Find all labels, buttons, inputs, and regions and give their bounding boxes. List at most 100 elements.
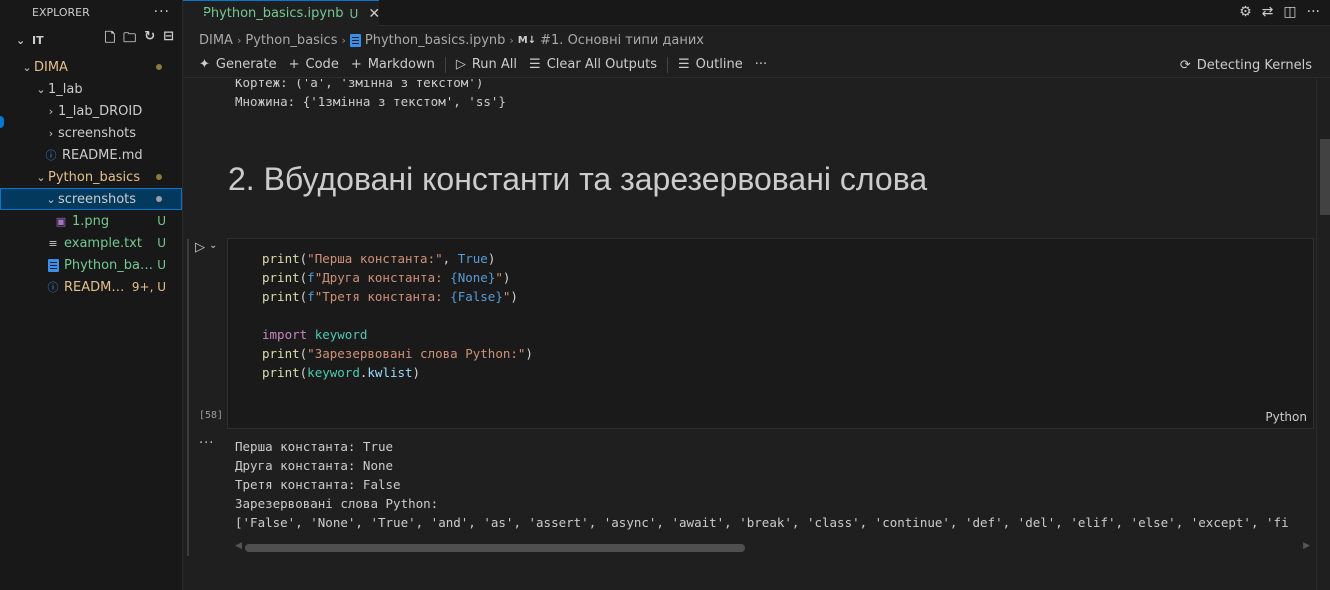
run-all-label: Run All	[471, 57, 518, 72]
chevron-down-icon: ⌄	[16, 33, 26, 47]
tree-item-label: DIMA	[34, 59, 68, 75]
code-line: print("Зарезервовані слова Python:")	[262, 346, 533, 361]
tree-item-readme[interactable]: ⓘ README.md	[0, 144, 182, 166]
git-status-badge: U	[157, 236, 166, 250]
tree-item-1-lab-droid[interactable]: › 1_lab_DROID	[0, 100, 182, 122]
explorer-more-button[interactable]: ···	[154, 4, 170, 20]
editor-tab-bar: Phython_basics.ipynb U ✕ ⚙ ⇄ ◫ ···	[183, 0, 1330, 26]
scroll-left-icon[interactable]: ◀	[235, 541, 242, 551]
new-file-icon[interactable]: 🗋	[105, 29, 115, 51]
cell-language-label[interactable]: Python	[1265, 410, 1307, 424]
toolbar-more-button[interactable]: ···	[749, 54, 773, 76]
new-folder-icon[interactable]: 🗀	[123, 29, 136, 51]
toolbar-divider	[444, 56, 446, 73]
toolbar-divider	[667, 56, 669, 73]
tree-item-label: screenshots	[58, 191, 137, 207]
code-cell-editor[interactable]: print("Перша константа:", True) print(f"Д…	[227, 238, 1314, 429]
output-line: Третя константа: False	[235, 477, 401, 492]
notebook-file-icon	[46, 258, 60, 272]
info-icon: ⓘ	[47, 281, 59, 294]
execution-count: [58]	[199, 410, 224, 421]
tree-item-label: screenshots	[58, 125, 137, 141]
settings-gear-icon[interactable]: ⚙	[1239, 4, 1252, 20]
collapse-all-icon[interactable]: ⊟	[163, 29, 174, 51]
tree-item-python-basics[interactable]: ⌄ Python_basics	[0, 166, 182, 188]
tree-item-dima[interactable]: ⌄ DIMA	[0, 56, 182, 78]
plus-icon: +	[350, 57, 362, 72]
clear-all-label: Clear All Outputs	[546, 57, 658, 72]
chevron-down-icon: ⌄	[22, 60, 32, 74]
scroll-right-icon[interactable]: ▶	[1303, 541, 1310, 551]
breadcrumb-item[interactable]: #1. Основні типи даних	[540, 33, 704, 48]
generate-button[interactable]: ✦ Generate	[193, 54, 283, 76]
output-more-button[interactable]: ···	[199, 436, 214, 451]
git-status-badge: 9+, U	[131, 280, 166, 294]
chevron-down-icon: ⌄	[36, 170, 46, 184]
output-line: Перша константа: True	[235, 439, 394, 454]
run-cell-button[interactable]: ▷ ⌄	[195, 240, 217, 255]
source-control-compare-icon[interactable]: ⇄	[1262, 4, 1274, 20]
tab-label: Phython_basics.ipynb	[203, 6, 344, 21]
kernel-picker[interactable]: ⟳ Detecting Kernels	[1174, 54, 1318, 76]
tree-item-notebook[interactable]: Phython_basi... U	[0, 254, 182, 276]
chevron-right-icon: ›	[48, 126, 54, 140]
explorer-header: EXPLORER ···	[0, 0, 182, 24]
scrollbar-thumb[interactable]	[245, 544, 745, 552]
scrollbar-thumb[interactable]	[1320, 139, 1330, 215]
breadcrumb-item[interactable]: Phython_basics.ipynb	[365, 33, 506, 48]
add-code-cell-button[interactable]: + Code	[283, 54, 345, 76]
clear-all-icon: ☰	[529, 57, 541, 72]
close-icon[interactable]: ✕	[368, 6, 380, 22]
run-all-icon: ▷	[455, 57, 466, 72]
tree-item-label: 1.png	[72, 213, 110, 229]
tab-notebook[interactable]: Phython_basics.ipynb U ✕	[183, 0, 380, 26]
tree-item-1-lab[interactable]: ⌄ 1_lab	[0, 78, 182, 100]
tree-item-readme-2[interactable]: ⓘ README.... 9+, U	[0, 276, 182, 298]
workspace-root-label: IT	[32, 33, 44, 47]
chevron-right-icon: ›	[48, 104, 54, 118]
chevron-right-icon: ›	[509, 33, 514, 47]
outline-label: Outline	[695, 57, 743, 72]
tree-item-screenshots[interactable]: › screenshots	[0, 122, 182, 144]
tree-item-label: 1_lab	[48, 81, 83, 97]
explorer-title: EXPLORER	[32, 5, 90, 19]
tree-item-screenshots-selected[interactable]: ⌄ screenshots	[0, 188, 182, 210]
tree-item-1-png[interactable]: ▣ 1.png U	[0, 210, 182, 232]
git-status-badge: U	[157, 258, 166, 272]
image-file-icon: ▣	[55, 214, 67, 228]
refresh-icon[interactable]: ↻	[144, 29, 155, 51]
output-horizontal-scrollbar[interactable]: ◀ ▶	[235, 541, 1310, 553]
sparkle-icon: ✦	[199, 57, 210, 72]
chevron-down-icon: ⌄	[36, 82, 46, 96]
modified-dot	[156, 174, 162, 180]
code-label: Code	[305, 57, 339, 72]
split-editor-icon[interactable]: ◫	[1283, 4, 1296, 20]
git-status-badge: U	[157, 214, 166, 228]
tree-item-label: example.txt	[64, 235, 142, 251]
modified-dot	[156, 64, 162, 70]
chevron-down-icon: ⌄	[209, 240, 218, 251]
markdown-label: Markdown	[367, 57, 435, 72]
more-actions-icon[interactable]: ···	[1307, 4, 1320, 20]
clear-all-outputs-button[interactable]: ☰ Clear All Outputs	[523, 54, 663, 76]
tree-item-label: README....	[64, 279, 132, 295]
tab-status: U	[349, 6, 359, 21]
sync-icon: ⟳	[1179, 57, 1191, 73]
tree-item-label: 1_lab_DROID	[58, 103, 143, 119]
breadcrumb-item[interactable]: Python_basics	[245, 33, 337, 48]
editor-vertical-scrollbar[interactable]	[1316, 79, 1330, 590]
code-line: import keyword	[262, 327, 368, 342]
status-dot	[156, 196, 162, 202]
breadcrumb-item[interactable]: DIMA	[199, 33, 233, 48]
run-all-button[interactable]: ▷ Run All	[450, 54, 523, 76]
tree-item-example-txt[interactable]: ≡ example.txt U	[0, 232, 182, 254]
add-markdown-cell-button[interactable]: + Markdown	[345, 54, 441, 76]
output-line: Множина: {'1змінна з текстом', 'ss'}	[235, 94, 506, 109]
workspace-root[interactable]: ⌄ IT 🗋 🗀 ↻ ⊟	[0, 24, 182, 56]
code-line: print(f"Друга константа: {None}")	[262, 270, 511, 285]
notebook-file-icon	[349, 33, 361, 47]
cell-focus-bar	[187, 239, 189, 556]
breadcrumb: DIMA › Python_basics › Phython_basics.ip…	[183, 28, 1330, 52]
code-content[interactable]: print("Перша константа:", True) print(f"Д…	[262, 249, 533, 382]
outline-button[interactable]: ☰ Outline	[672, 54, 749, 76]
